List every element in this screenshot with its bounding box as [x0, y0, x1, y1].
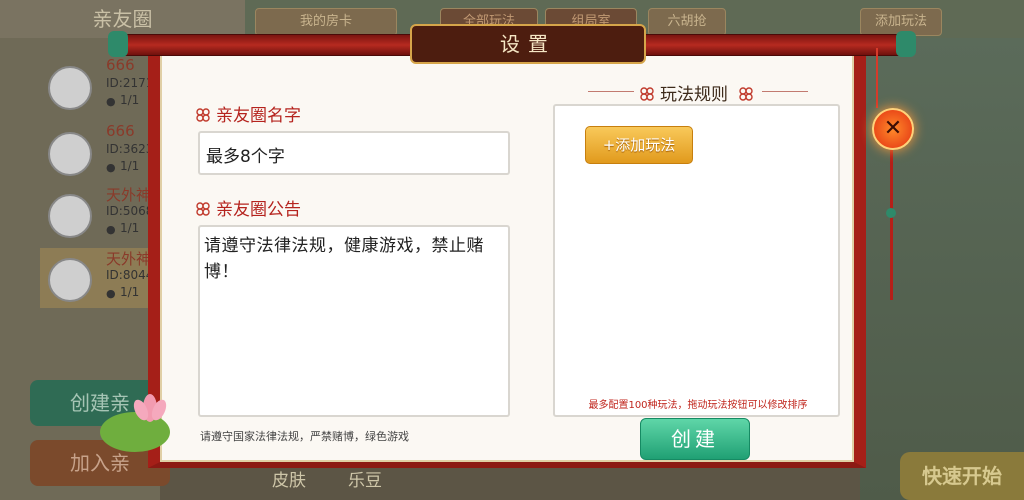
member-item[interactable]: 天外神 ID:5068 ● 1/1	[40, 184, 160, 244]
member-count: 1/1	[120, 221, 140, 235]
rules-title: 玩法规则	[660, 85, 728, 105]
circle-notice-textarea[interactable]: 请遵守法律法规，健康游戏，禁止赌博！	[198, 225, 510, 417]
add-rule-button[interactable]: +添加玩法	[585, 126, 693, 164]
member-count: 1/1	[120, 285, 140, 299]
member-id: ID:2171	[106, 76, 154, 90]
divider	[588, 91, 634, 92]
ledou-label[interactable]: 乐豆	[348, 466, 382, 491]
person-icon: ●	[106, 161, 116, 174]
member-item-selected[interactable]: 天外神 ID:8044 ● 1/1	[40, 248, 160, 308]
circle-notice-heading: 亲友圈公告	[196, 195, 301, 220]
member-item[interactable]: 666 ID:2171 ● 1/1	[40, 56, 160, 116]
lotus-decoration	[133, 394, 167, 422]
skin-label[interactable]: 皮肤	[272, 466, 306, 491]
tassel-decoration	[890, 150, 893, 300]
quick-start-button[interactable]: 快速开始	[900, 452, 1024, 500]
person-icon: ●	[106, 223, 116, 236]
avatar	[48, 66, 92, 110]
hanging-string	[876, 48, 878, 108]
legal-footnote: 请遵守国家法律法规，严禁赌博，绿色游戏	[200, 430, 409, 443]
avatar	[48, 194, 92, 238]
person-icon: ●	[106, 95, 116, 108]
tab-my-room-cards[interactable]: 我的房卡	[255, 8, 397, 36]
member-name: 666	[106, 122, 135, 140]
ornament-icon	[196, 108, 210, 122]
close-icon[interactable]: ✕	[872, 108, 914, 150]
member-count: 1/1	[120, 159, 140, 173]
circle-notice-label: 亲友圈公告	[216, 200, 301, 220]
member-name: 天外神	[106, 186, 152, 204]
ornament-icon	[640, 87, 654, 101]
scroll-rod-cap-left	[108, 31, 128, 57]
avatar	[48, 258, 92, 302]
circle-name-label: 亲友圈名字	[216, 106, 301, 126]
background-right-panel	[860, 38, 1024, 500]
circle-name-input[interactable]: 最多8个字	[198, 131, 510, 175]
avatar	[48, 132, 92, 176]
member-item[interactable]: 666 ID:3623 ● 1/1	[40, 122, 160, 182]
scroll-rod-cap-right	[896, 31, 916, 57]
member-name: 天外神	[106, 250, 152, 268]
member-id: ID:8044	[106, 268, 154, 282]
divider	[762, 91, 808, 92]
member-name: 666	[106, 56, 135, 74]
tassel-bead	[886, 208, 896, 218]
rules-note: 最多配置100种玩法，拖动玩法按钮可以修改排序	[588, 400, 808, 411]
member-id: ID:5068	[106, 204, 154, 218]
ornament-icon	[739, 87, 754, 101]
member-id: ID:3623	[106, 142, 154, 156]
dialog-title: 设置	[500, 32, 556, 56]
member-count: 1/1	[120, 93, 140, 107]
create-button[interactable]: 创建	[640, 418, 750, 460]
tab-liuhu[interactable]: 六胡抢	[648, 8, 726, 36]
person-icon: ●	[106, 287, 116, 300]
rules-heading: 玩法规则	[640, 80, 754, 105]
ornament-icon	[196, 202, 210, 216]
circle-name-heading: 亲友圈名字	[196, 101, 301, 126]
